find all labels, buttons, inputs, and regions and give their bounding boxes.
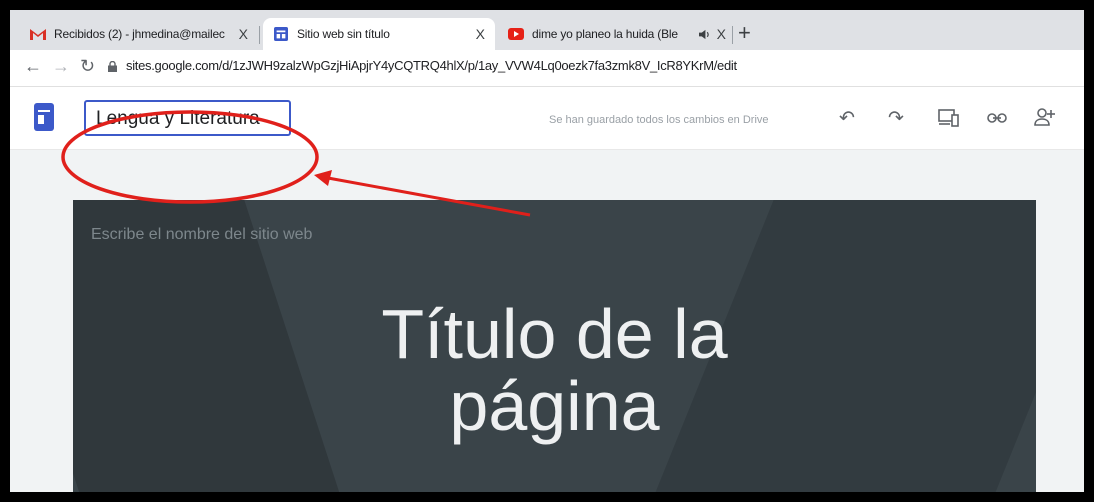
screenshot-frame: Recibidos (2) - jhmedina@mailec X Sitio …	[7, 7, 1087, 495]
annotation-arrowhead	[314, 170, 332, 186]
annotation-arrow	[327, 176, 531, 217]
annotation-overlay	[61, 110, 531, 217]
annotation-ellipse	[61, 110, 319, 204]
